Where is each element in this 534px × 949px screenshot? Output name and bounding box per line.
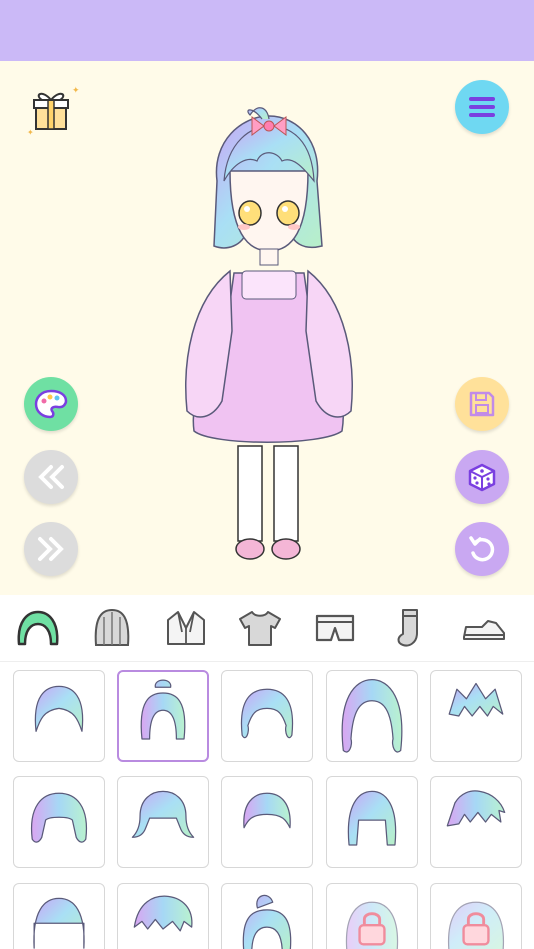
hair-style-item[interactable]	[221, 883, 313, 949]
tab-shoes[interactable]	[458, 603, 510, 653]
hair-style-icon	[34, 685, 84, 732]
hair-style-item[interactable]	[13, 670, 105, 762]
svg-text:✦: ✦	[27, 128, 34, 137]
next-button[interactable]	[24, 522, 78, 576]
hair-style-item[interactable]	[117, 670, 209, 762]
hair-style-icon	[243, 792, 291, 829]
palette-button[interactable]	[24, 377, 78, 431]
top-bar	[0, 0, 534, 61]
hair-style-icon	[447, 901, 505, 949]
hair-style-icon	[133, 895, 193, 932]
hair-style-item[interactable]	[117, 776, 209, 868]
hair-style-icon	[140, 679, 186, 740]
character-avatar	[185, 107, 353, 560]
random-button[interactable]	[455, 450, 509, 504]
hair-style-icon	[131, 790, 195, 838]
hair-style-item[interactable]	[430, 883, 522, 949]
shorts-icon	[315, 614, 355, 642]
hair-style-icon	[30, 792, 88, 843]
shoe-icon	[463, 620, 505, 640]
hair-icon	[17, 610, 59, 646]
hair-style-icon	[341, 679, 403, 753]
sock-icon	[397, 609, 418, 647]
hair-style-item[interactable]	[117, 883, 209, 949]
jacket-icon	[167, 611, 205, 645]
hamburger-icon	[469, 97, 495, 117]
palette-icon	[34, 389, 68, 419]
double-chevron-left-icon	[38, 465, 64, 489]
svg-text:✦: ✦	[72, 86, 80, 96]
hair-style-icon	[448, 682, 504, 717]
tab-shirt[interactable]	[234, 603, 286, 653]
dice-icon	[468, 463, 496, 492]
double-chevron-right-icon	[38, 537, 64, 561]
tab-shorts[interactable]	[309, 603, 361, 653]
previous-button[interactable]	[24, 450, 78, 504]
reset-button[interactable]	[455, 522, 509, 576]
hair-style-item[interactable]	[326, 670, 418, 762]
hair-style-icon	[345, 901, 399, 949]
tab-jacket[interactable]	[160, 603, 212, 653]
hair-style-item[interactable]	[430, 670, 522, 762]
save-button[interactable]	[455, 377, 509, 431]
tab-hair-back[interactable]	[86, 603, 138, 653]
menu-button[interactable]	[455, 80, 509, 134]
hair-style-item[interactable]	[326, 776, 418, 868]
hair-style-icon	[446, 790, 506, 827]
gift-icon: ✦ ✦	[27, 86, 80, 137]
hair-style-item[interactable]	[13, 883, 105, 949]
category-tabs	[0, 595, 534, 662]
gift-button[interactable]: ✦ ✦	[24, 81, 80, 137]
undo-icon	[469, 536, 495, 562]
hair-style-icon	[240, 688, 294, 739]
floppy-disk-icon	[469, 391, 495, 417]
hair-style-item[interactable]	[221, 670, 313, 762]
hair-back-icon	[94, 608, 130, 646]
hair-style-grid	[0, 662, 534, 949]
hair-style-item[interactable]	[13, 776, 105, 868]
hair-style-icon	[242, 894, 292, 949]
shirt-icon	[239, 611, 281, 646]
hair-style-item[interactable]	[221, 776, 313, 868]
hair-style-icon	[33, 897, 85, 949]
character-stage: ✦ ✦	[0, 61, 534, 595]
tab-socks[interactable]	[383, 603, 435, 653]
hair-style-item[interactable]	[326, 883, 418, 949]
tab-hair[interactable]	[12, 603, 64, 653]
hair-style-item[interactable]	[430, 776, 522, 868]
hair-style-icon	[347, 790, 397, 846]
